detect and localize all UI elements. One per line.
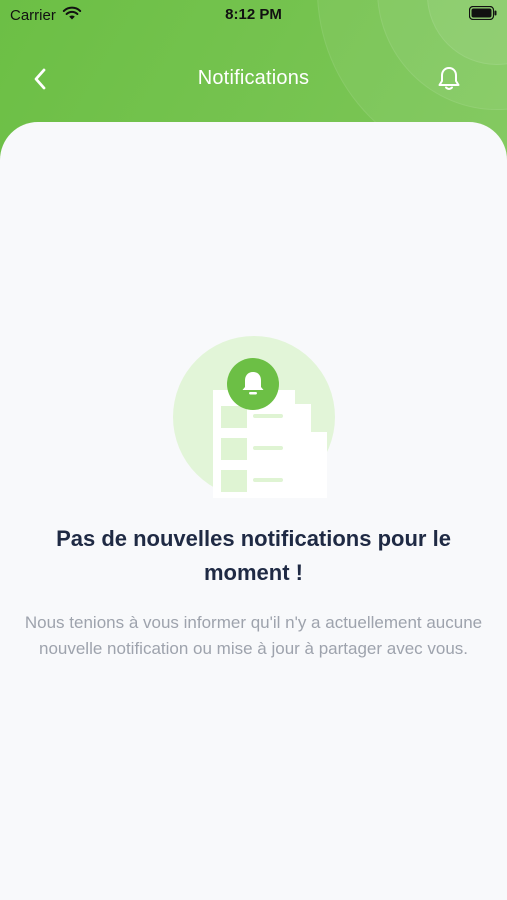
- status-bar: Carrier 8:12 PM: [0, 0, 507, 30]
- battery-icon: [468, 5, 497, 24]
- empty-state-title: Pas de nouvelles notifications pour le m…: [56, 526, 451, 585]
- empty-notifications-illustration: [171, 334, 337, 500]
- content-card: Pas de nouvelles notifications pour le m…: [0, 122, 507, 900]
- status-time: 8:12 PM: [225, 6, 282, 23]
- app-header: Notifications: [0, 55, 507, 105]
- bell-icon: [437, 66, 461, 97]
- notifications-screen: Carrier 8:12 PM Notifications Pas de nou…: [0, 0, 507, 900]
- empty-state-description: Nous tenions à vous informer qu'il n'y a…: [24, 613, 483, 658]
- notifications-bell-button[interactable]: [431, 63, 467, 99]
